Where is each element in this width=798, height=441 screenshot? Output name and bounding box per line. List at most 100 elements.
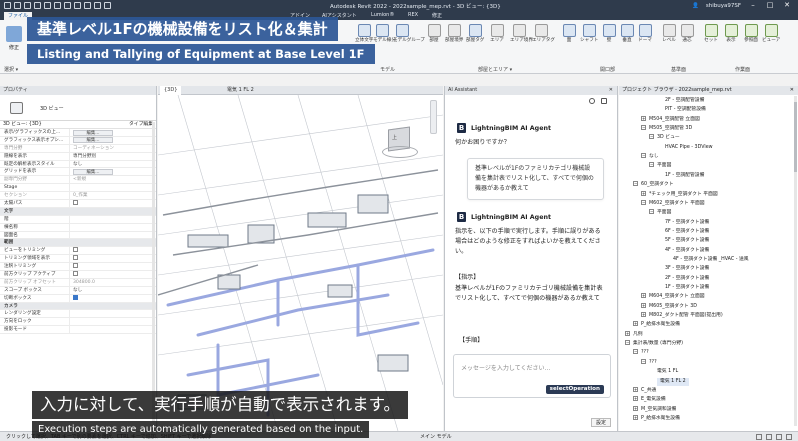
property-value[interactable]: 0_作業 xyxy=(70,192,156,199)
room-separator-button[interactable]: 部屋境界 xyxy=(445,24,463,43)
property-value[interactable]: 304800.0 xyxy=(70,279,156,286)
wall-opening-button[interactable]: 壁 xyxy=(600,24,618,43)
revit-logo-icon[interactable] xyxy=(4,2,11,9)
tab-lumion[interactable]: Lumion® xyxy=(371,12,394,18)
save-icon[interactable] xyxy=(24,2,31,9)
open-icon[interactable] xyxy=(14,2,21,9)
expand-icon[interactable]: + xyxy=(633,396,638,402)
close-icon[interactable]: ✕ xyxy=(609,86,613,95)
area-tag-button[interactable]: エリアタグ xyxy=(532,24,555,43)
select-pinned-icon[interactable] xyxy=(776,434,782,440)
type-selector[interactable]: 3D ビュー xyxy=(0,95,156,121)
expand-icon[interactable]: + xyxy=(633,405,638,411)
browser-tree-item[interactable]: 電気 1 FL 2 xyxy=(657,377,689,386)
collapse-icon[interactable]: − xyxy=(633,349,638,355)
active-model[interactable]: メイン モデル xyxy=(420,432,452,441)
browser-tree-item[interactable]: + M605_空調ダクト 3D xyxy=(641,302,697,312)
text-icon[interactable] xyxy=(84,2,91,9)
browser-tree-item[interactable]: 電気 1 FL xyxy=(657,368,678,377)
view-cube[interactable]: 上 xyxy=(380,122,420,162)
collapse-icon[interactable]: − xyxy=(641,358,646,364)
browser-tree-item[interactable]: 6F - 空調ダクト設備 xyxy=(665,228,709,237)
maximize-button[interactable]: □ xyxy=(765,1,775,10)
browser-tree-item[interactable]: + C_共通 xyxy=(633,386,656,396)
edit-button[interactable]: 編集... xyxy=(73,168,113,175)
section-icon[interactable] xyxy=(104,2,111,9)
browser-tree-item[interactable]: −??? xyxy=(633,349,649,358)
browser-tree-item[interactable]: − M602_空調ダクト 平面図 xyxy=(641,199,705,209)
edit-type-button[interactable]: タイプ編集 xyxy=(129,121,153,128)
area-boundary-button[interactable]: エリア境界 xyxy=(510,24,533,43)
set-workplane-button[interactable]: セット xyxy=(702,24,720,43)
edit-button[interactable]: 編集... xyxy=(73,137,113,144)
settings-icon[interactable] xyxy=(601,98,607,104)
modify-button[interactable]: 修正 xyxy=(3,26,25,60)
property-checkbox[interactable] xyxy=(73,263,78,269)
property-value[interactable]: なし xyxy=(70,161,156,168)
message-input[interactable]: メッセージを入力してください... selectOperation xyxy=(453,354,611,398)
browser-tree-item[interactable]: 2F - 空調配管設備 xyxy=(665,97,704,106)
select-operation-button[interactable]: selectOperation xyxy=(545,385,604,394)
print-icon[interactable] xyxy=(64,2,71,9)
property-value[interactable] xyxy=(70,326,156,333)
browser-tree-item[interactable]: − M505_空調配管 3D xyxy=(641,125,692,134)
browser-tree-item[interactable]: 1F - 空調ダクト設備 xyxy=(665,284,709,293)
grid-button[interactable]: 通芯 xyxy=(678,24,696,43)
browser-tree-item[interactable]: HVAC Pipe - 3DView xyxy=(665,144,713,153)
expand-icon[interactable]: + xyxy=(641,293,646,299)
edit-button[interactable]: 編集... xyxy=(73,129,113,136)
browser-tree-item[interactable]: 5F - 空調ダクト設備 xyxy=(665,237,709,246)
browser-tree-item[interactable]: − 平面図 xyxy=(649,162,671,171)
property-section[interactable]: 文字 xyxy=(0,207,156,216)
browser-tree-item[interactable]: − 平面図 xyxy=(649,209,671,218)
browser-scrollbar[interactable] xyxy=(794,96,797,426)
browser-tree-item[interactable]: 1F - 空調配管設備 xyxy=(665,172,704,181)
browser-tree-item[interactable]: + M802_ダクト配管 平面図(提出用) xyxy=(641,312,723,321)
measure-icon[interactable] xyxy=(74,2,81,9)
browser-tree-item[interactable]: + P_給排水衛生設備 xyxy=(633,414,680,424)
user-name[interactable]: shibuya97SF xyxy=(706,3,741,9)
model-text-button[interactable]: 立体文字 xyxy=(355,24,373,43)
property-value[interactable]: <新規 xyxy=(70,176,156,183)
properties-scrollbar[interactable] xyxy=(152,122,155,422)
group-room-area-label[interactable]: 部屋とエリア ▾ xyxy=(478,66,512,73)
view-instance-selector[interactable]: 3D ビュー: {3D} タイプ編集 xyxy=(0,121,156,129)
collapse-icon[interactable]: − xyxy=(649,134,654,140)
show-workplane-button[interactable]: 表示 xyxy=(722,24,740,43)
collapse-icon[interactable]: − xyxy=(641,199,646,205)
filter-icon[interactable] xyxy=(756,434,762,440)
user-icon[interactable]: 👤 xyxy=(692,3,699,9)
area-button[interactable]: エリア xyxy=(488,24,506,43)
property-value[interactable] xyxy=(70,184,156,191)
room-button[interactable]: 部屋 xyxy=(425,24,443,43)
redo-icon[interactable] xyxy=(54,2,61,9)
browser-tree-item[interactable]: PIT - 空調配管設備 xyxy=(665,106,706,115)
room-tag-button[interactable]: 部屋タグ xyxy=(466,24,484,43)
dormer-button[interactable]: ドーマ xyxy=(636,24,654,43)
model-group-button[interactable]: モデルグループ xyxy=(393,24,425,43)
browser-tree-item[interactable]: + *チェック用_空調ダクト 平面図 xyxy=(641,190,718,200)
expand-icon[interactable]: + xyxy=(625,330,630,336)
browser-tree-item[interactable]: + M604_空調ダクト 立面図 xyxy=(641,293,705,302)
drag-elements-icon[interactable] xyxy=(786,434,792,440)
sync-icon[interactable] xyxy=(34,2,41,9)
browser-tree-item[interactable]: −60_空調ダクト xyxy=(633,181,674,190)
browser-tree-item[interactable]: −3D ビュー xyxy=(649,134,680,143)
expand-icon[interactable]: + xyxy=(641,115,646,121)
shaft-button[interactable]: シャフト xyxy=(580,24,598,43)
expand-icon[interactable]: + xyxy=(641,312,646,318)
browser-tree-item[interactable]: + P_給排水衛生設備 xyxy=(633,321,680,330)
browser-tree-item[interactable]: + E_電気設備 xyxy=(633,396,666,405)
vertical-opening-button[interactable]: 垂直 xyxy=(618,24,636,43)
select-dropdown[interactable]: 選択 ▾ xyxy=(4,66,18,73)
tab-electrical-1fl2[interactable]: 電気 1 FL 2 xyxy=(223,86,258,95)
property-value[interactable] xyxy=(70,224,156,231)
browser-tree-item[interactable]: + M_空気調和設備 xyxy=(633,405,676,415)
browser-tree-item[interactable]: 2F - 空調ダクト設備 xyxy=(665,275,709,284)
model-line-button[interactable]: モデル線分 xyxy=(373,24,396,43)
ref-plane-button[interactable]: 参照面 xyxy=(742,24,760,43)
property-value[interactable]: コーディネーション xyxy=(70,145,156,152)
property-value[interactable]: なし xyxy=(70,287,156,294)
select-links-icon[interactable] xyxy=(766,434,772,440)
navigation-bar[interactable] xyxy=(430,100,437,134)
